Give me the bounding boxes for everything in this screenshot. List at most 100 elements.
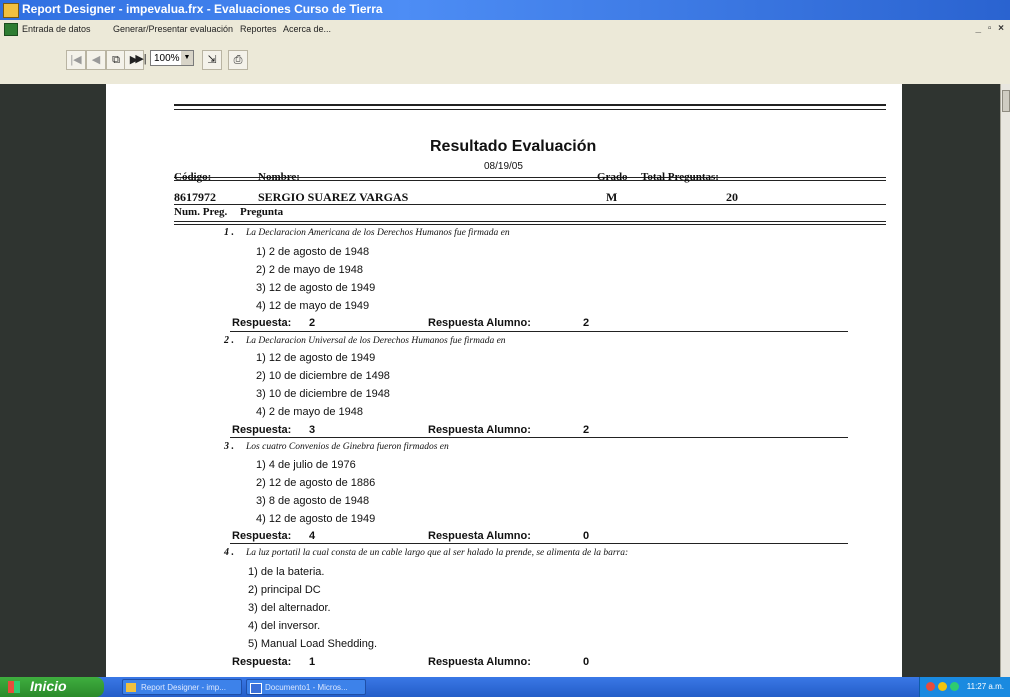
answer-option: 5) Manual Load Shedding.	[248, 638, 378, 650]
question-separator	[230, 437, 848, 438]
respuesta-value: 1	[309, 656, 316, 668]
respuesta-alumno-value: 0	[583, 656, 590, 668]
respuesta-value: 3	[309, 424, 316, 436]
start-label: Inicio	[30, 678, 67, 694]
windows-logo-icon	[8, 681, 20, 693]
question-number: 3 .	[224, 441, 234, 452]
report-page: Resultado Evaluación 08/19/05 Código: No…	[106, 84, 902, 677]
answer-option: 2) principal DC	[248, 584, 321, 596]
top-rule	[174, 104, 886, 106]
answer-option: 4) 12 de mayo de 1949	[256, 300, 370, 312]
window-controls[interactable]: _ ▫ ×	[975, 23, 1006, 34]
vertical-scrollbar[interactable]	[1000, 84, 1010, 677]
codigo-label: Código:	[174, 171, 212, 183]
answer-option: 3) del alternador.	[248, 602, 331, 614]
menu-bar: Entrada de datos Generar/Presentar evalu…	[0, 20, 1010, 38]
answer-option: 2) 2 de mayo de 1948	[256, 264, 364, 276]
report-title: Resultado Evaluación	[430, 138, 597, 155]
nombre-value: SERGIO SUAREZ VARGAS	[258, 190, 409, 204]
total-value: 20	[726, 190, 738, 204]
codigo-value: 8617972	[174, 190, 216, 204]
scrollbar-thumb[interactable]	[1002, 90, 1010, 112]
last-page-icon[interactable]: ▶|	[134, 50, 148, 68]
tray-icon[interactable]	[938, 682, 947, 691]
taskbar-item-report-designer[interactable]: Report Designer - imp...	[122, 679, 242, 695]
respuesta-alumno-value: 2	[583, 424, 590, 436]
menu-reportes[interactable]: Reportes	[240, 24, 277, 34]
answer-option: 3) 10 de diciembre de 1948	[256, 388, 390, 400]
respuesta-label: Respuesta:	[232, 424, 292, 436]
taskbar-item-label: Report Designer - imp...	[141, 683, 226, 692]
question-number: 2 .	[224, 335, 234, 346]
answer-option: 1) 4 de julio de 1976	[256, 459, 356, 471]
taskbar: Inicio Report Designer - imp... Document…	[0, 677, 1010, 697]
answer-option: 3) 8 de agosto de 1948	[256, 495, 370, 507]
answer-option: 4) 12 de agosto de 1949	[256, 513, 376, 525]
print-icon[interactable]: ⎙	[228, 50, 248, 70]
grado-value: M	[606, 190, 618, 204]
preview-toolbar: |◀ ◀ ⧉ ▶ ▶| 100% ▼ ⇲ ⎙	[0, 38, 1010, 85]
respuesta-alumno-label: Respuesta Alumno:	[428, 656, 531, 668]
question-text: La Declaracion Americana de los Derechos…	[246, 228, 510, 238]
start-button[interactable]: Inicio	[0, 677, 104, 697]
tray-icon[interactable]	[950, 682, 959, 691]
answer-option: 2) 12 de agosto de 1886	[256, 477, 376, 489]
pregunta-header: Pregunta	[240, 206, 284, 218]
total-preguntas-label: Total Preguntas:	[641, 171, 719, 183]
taskbar-item-label: Documento1 - Micros...	[265, 683, 348, 692]
respuesta-label: Respuesta:	[232, 530, 292, 542]
zoom-value: 100%	[154, 53, 180, 64]
columns-rule	[174, 204, 886, 205]
respuesta-alumno-value: 2	[583, 317, 590, 329]
respuesta-alumno-label: Respuesta Alumno:	[428, 424, 531, 436]
top-rule-thin	[174, 109, 886, 110]
title-bar: Report Designer - impevalua.frx - Evalua…	[0, 0, 1010, 20]
question-number: 1 .	[224, 227, 234, 238]
question-separator	[230, 543, 848, 544]
close-preview-icon[interactable]: ⇲	[202, 50, 222, 70]
taskbar-item-documento[interactable]: Documento1 - Micros...	[246, 679, 366, 695]
document-icon	[4, 23, 18, 36]
tray-icon[interactable]	[926, 682, 935, 691]
word-document-icon	[250, 683, 262, 694]
menu-entrada-datos[interactable]: Entrada de datos	[22, 24, 91, 34]
answer-option: 4) del inversor.	[248, 620, 321, 632]
answer-option: 1) de la bateria.	[248, 566, 325, 578]
first-page-icon[interactable]: |◀	[66, 50, 86, 70]
respuesta-label: Respuesta:	[232, 317, 292, 329]
question-number: 4 .	[224, 547, 234, 558]
chevron-down-icon[interactable]: ▼	[181, 51, 193, 65]
respuesta-label: Respuesta:	[232, 656, 292, 668]
respuesta-alumno-value: 0	[583, 530, 590, 542]
answer-option: 4) 2 de mayo de 1948	[256, 406, 364, 418]
answer-option: 3) 12 de agosto de 1949	[256, 282, 376, 294]
question-text: La luz portatil la cual consta de un cab…	[246, 548, 629, 558]
window-title: Report Designer - impevalua.frx - Evalua…	[22, 2, 383, 16]
columns-rule-2	[174, 221, 886, 222]
grado-label: Grado	[597, 171, 628, 183]
go-to-page-icon[interactable]: ⧉	[106, 50, 126, 70]
answer-option: 1) 2 de agosto de 1948	[256, 246, 370, 258]
num-preg-header: Num. Preg.	[174, 206, 228, 218]
answer-option: 2) 10 de diciembre de 1498	[256, 370, 390, 382]
report-viewport[interactable]: Resultado Evaluación 08/19/05 Código: No…	[0, 84, 1000, 677]
respuesta-alumno-label: Respuesta Alumno:	[428, 317, 531, 329]
respuesta-alumno-label: Respuesta Alumno:	[428, 530, 531, 542]
respuesta-value: 2	[309, 317, 316, 329]
report-designer-icon	[3, 3, 19, 18]
previous-page-icon[interactable]: ◀	[86, 50, 106, 70]
menu-generar-evaluacion[interactable]: Generar/Presentar evaluación	[113, 24, 233, 34]
system-tray: 11:27 a.m.	[919, 677, 1010, 697]
answer-option: 1) 12 de agosto de 1949	[256, 352, 376, 364]
respuesta-value: 4	[309, 530, 316, 542]
clock[interactable]: 11:27 a.m.	[967, 682, 1004, 691]
question-separator	[230, 331, 848, 332]
zoom-select[interactable]: 100% ▼	[150, 50, 194, 66]
report-designer-icon	[126, 683, 136, 692]
nombre-label: Nombre:	[258, 171, 300, 183]
question-text: La Declaracion Universal de los Derechos…	[246, 336, 506, 346]
columns-rule-3	[174, 224, 886, 225]
report-date: 08/19/05	[484, 161, 523, 172]
menu-acerca-de[interactable]: Acerca de...	[283, 24, 331, 34]
question-text: Los cuatro Convenios de Ginebra fueron f…	[246, 442, 449, 452]
